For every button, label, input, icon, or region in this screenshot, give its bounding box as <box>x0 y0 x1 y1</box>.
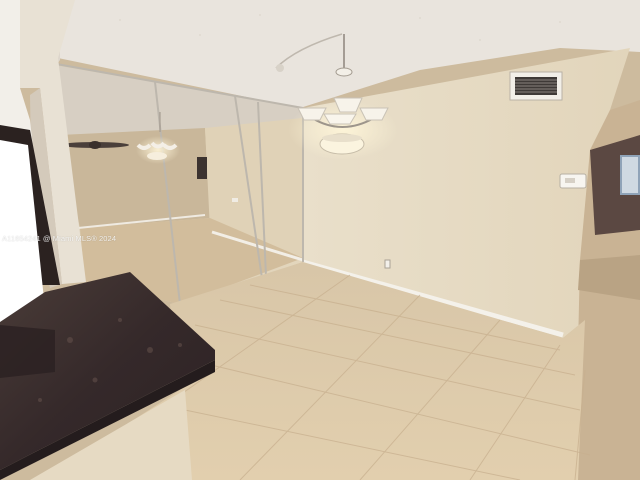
thermostat-icon <box>559 173 587 189</box>
mls-watermark: A11654241 @ Miami MLS® 2024 <box>2 234 117 243</box>
air-vent-icon <box>509 71 563 101</box>
wall-outlet <box>384 259 391 269</box>
